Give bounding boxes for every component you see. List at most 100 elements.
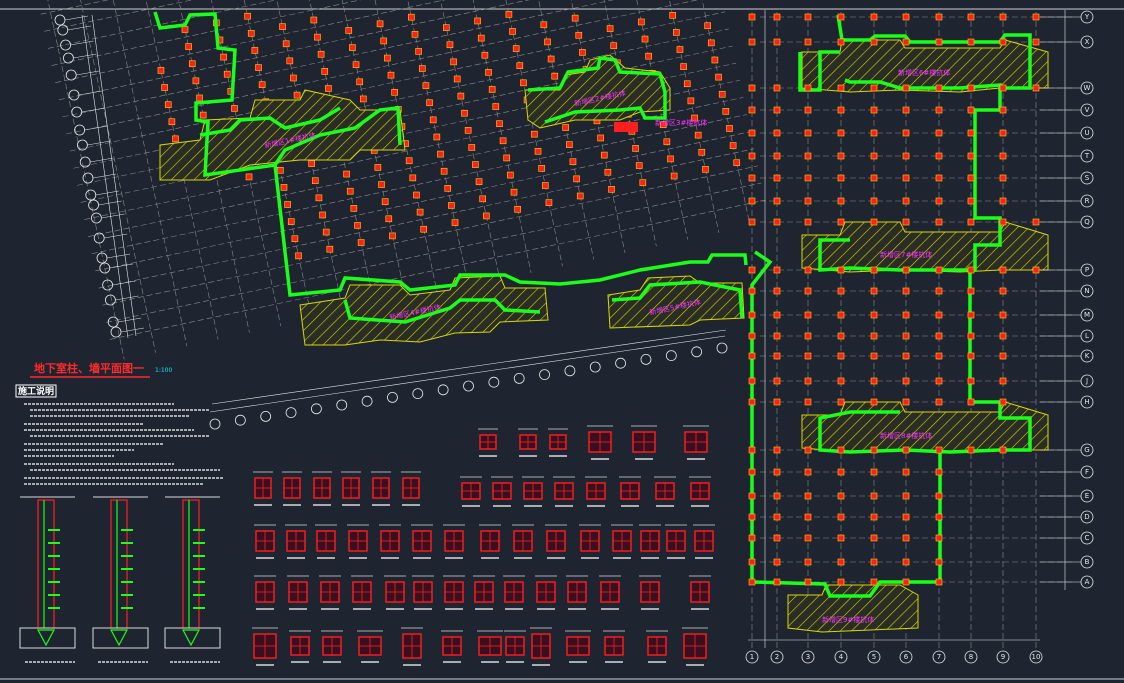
axis-bubble xyxy=(716,342,728,354)
column xyxy=(804,84,812,92)
column xyxy=(804,468,812,476)
column xyxy=(748,287,756,295)
column xyxy=(279,23,286,30)
axis-label: G xyxy=(1084,446,1089,454)
column xyxy=(510,188,518,196)
zone-label: 新增区3#楼抗体 xyxy=(655,118,707,127)
column xyxy=(157,67,165,74)
column xyxy=(748,311,756,319)
grid-line xyxy=(40,0,109,15)
column xyxy=(804,492,812,500)
column xyxy=(606,25,614,32)
red-marker xyxy=(614,122,638,132)
column xyxy=(461,109,468,117)
column xyxy=(520,79,527,87)
column xyxy=(804,446,812,454)
column xyxy=(837,38,845,46)
column xyxy=(726,125,733,132)
axis-label: 7 xyxy=(937,653,941,661)
column xyxy=(870,218,878,226)
axis-label: D xyxy=(1084,513,1089,521)
column xyxy=(935,84,943,92)
column xyxy=(804,106,812,114)
column xyxy=(902,513,910,521)
column xyxy=(748,174,756,182)
column xyxy=(231,105,238,112)
column xyxy=(416,208,424,216)
column xyxy=(748,446,756,454)
right-grid-lines xyxy=(748,10,1075,648)
axis-bubble xyxy=(387,391,398,403)
column xyxy=(935,152,943,160)
column xyxy=(597,134,604,142)
axis-label: 9 xyxy=(1001,653,1005,661)
column xyxy=(277,166,284,174)
column xyxy=(967,377,975,385)
column xyxy=(632,145,639,152)
axis-label: Y xyxy=(1084,13,1090,21)
column xyxy=(837,311,845,319)
column xyxy=(357,239,365,246)
column xyxy=(935,492,943,500)
column xyxy=(540,21,548,29)
column xyxy=(566,141,573,148)
column xyxy=(935,398,943,406)
column xyxy=(773,446,781,454)
column xyxy=(680,63,687,70)
column xyxy=(773,377,781,385)
column xyxy=(967,287,975,295)
footing xyxy=(164,627,221,649)
column xyxy=(349,44,356,51)
dimension-line xyxy=(211,329,727,405)
column xyxy=(496,120,503,127)
axis-label: Q xyxy=(1084,218,1090,226)
column xyxy=(492,103,500,110)
column xyxy=(694,131,702,139)
column xyxy=(935,558,943,566)
cad-drawing-canvas[interactable]: YXWVUTSRQPNMLKJHGFEDCBA 1 2 3 4 5 6 7 8 9 10 新增区1… xyxy=(0,0,1124,683)
column xyxy=(967,174,975,182)
axis-bubble xyxy=(110,326,122,338)
column xyxy=(935,129,943,137)
column xyxy=(967,266,975,274)
axis-bubble xyxy=(107,316,119,328)
right-walls xyxy=(750,14,1032,598)
column xyxy=(837,398,845,406)
grid-line xyxy=(44,0,193,32)
column xyxy=(188,60,196,68)
column xyxy=(247,30,255,37)
column xyxy=(282,40,290,48)
column xyxy=(773,398,781,406)
column xyxy=(748,352,756,360)
column xyxy=(837,174,845,182)
column xyxy=(902,534,910,542)
column xyxy=(748,197,756,205)
column xyxy=(413,191,420,199)
axis-bubble xyxy=(260,410,272,422)
column xyxy=(569,158,577,166)
column xyxy=(715,73,722,81)
column xyxy=(773,38,781,46)
column xyxy=(544,38,551,46)
axis-bubble xyxy=(105,294,116,306)
column xyxy=(999,84,1007,92)
drawing-title-block: 地下室柱、墙平面图一 1:100 xyxy=(30,361,172,378)
column xyxy=(902,129,910,137)
column xyxy=(635,162,643,169)
column xyxy=(748,218,756,226)
column xyxy=(576,192,584,200)
column xyxy=(389,232,396,240)
column xyxy=(356,78,363,86)
column xyxy=(773,84,781,92)
column xyxy=(870,266,878,274)
axis-bubble xyxy=(63,52,74,64)
axis-label: 10 xyxy=(1032,653,1041,661)
axis-label: 6 xyxy=(904,653,909,661)
axis-leader xyxy=(73,53,97,59)
column xyxy=(773,129,781,137)
column xyxy=(999,287,1007,295)
column xyxy=(575,31,583,39)
column xyxy=(446,41,454,49)
column xyxy=(325,85,332,92)
axis-bubble xyxy=(310,403,322,415)
